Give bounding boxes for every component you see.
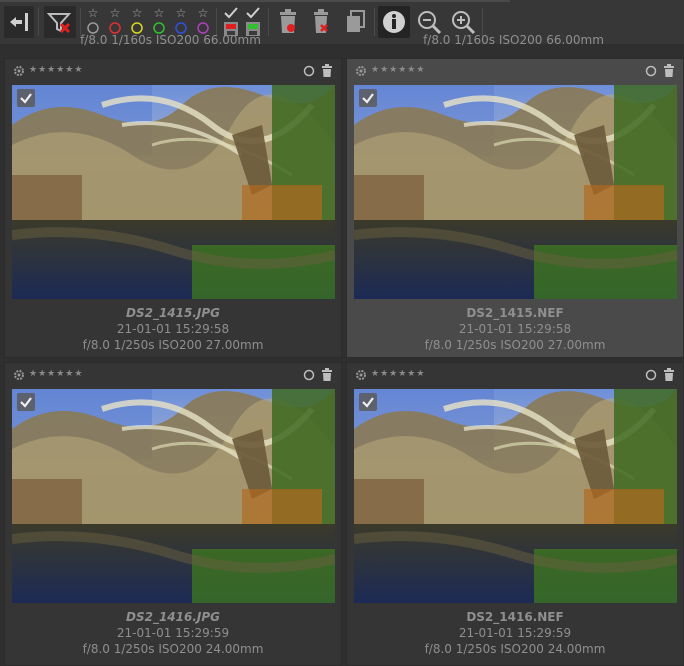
trash-icon[interactable] [663,368,675,381]
rating-stars[interactable]: ★★★★★★ [29,369,83,379]
thumbnail-grid: ★★★★★★ DS2_1415.JPG 21-01-01 15:29:58 f/… [0,44,684,666]
gear-icon[interactable] [13,65,25,77]
thumbnail-image[interactable] [12,389,335,603]
trash-icon[interactable] [321,64,333,77]
gear-icon[interactable] [13,369,25,381]
thumbnail-image[interactable] [354,389,677,603]
thumbnail-filename: DS2_1416.JPG [125,610,221,624]
toolbar-separator [482,8,483,36]
toolbar-separator [268,8,269,36]
color-label-icon[interactable] [303,65,315,77]
thumbnail-image[interactable] [12,85,335,299]
toolbar-top-border [0,0,510,2]
svg-text:☆: ☆ [198,6,209,20]
thumbnail-datetime: 21-01-01 15:29:59 [458,626,572,640]
thumbnail-exif: f/8.0 1/250s ISO200 24.00mm [82,642,264,656]
thumbnail-datetime: 21-01-01 15:29:58 [116,322,230,336]
thumbnail-cell[interactable]: ★★★★★★ [4,58,342,358]
select-checkbox[interactable] [359,393,377,411]
svg-text:☆: ☆ [176,6,187,20]
thumbnail-cell[interactable]: ★★★★★★ [346,362,684,666]
svg-text:☆: ☆ [132,6,143,20]
svg-text:☆: ☆ [154,6,165,20]
rating-stars[interactable]: ★★★★★★ [371,65,425,75]
thumbnail-toolbar: ★★★★★★ [347,59,683,81]
thumbnail-exif: f/8.0 1/250s ISO200 27.00mm [82,338,264,352]
svg-text:☆: ☆ [88,6,99,20]
toolbar-separator [38,8,39,36]
thumbnail-datetime: 21-01-01 15:29:59 [116,626,230,640]
trash-icon[interactable] [321,368,333,381]
thumbnail-toolbar: ★★★★★★ [5,59,341,81]
color-label-icon[interactable] [645,369,657,381]
thumbnail-toolbar: ★★★★★★ [5,363,341,385]
toolbar-separator [80,8,81,36]
check-icon [20,93,32,104]
check-icon [362,93,374,104]
select-checkbox[interactable] [17,393,35,411]
thumbnail-cell[interactable]: ★★★★★★ [4,362,342,666]
gear-icon[interactable] [355,65,367,77]
thumbnail-exif: f/8.0 1/250s ISO200 24.00mm [424,642,606,656]
trash-icon[interactable] [663,64,675,77]
check-icon [20,397,32,408]
color-label-icon[interactable] [303,369,315,381]
color-label-icon[interactable] [645,65,657,77]
thumbnail-filename: DS2_1416.NEF [466,610,564,624]
thumbnail-filename: DS2_1415.JPG [125,306,221,320]
select-checkbox[interactable] [359,89,377,107]
rating-stars[interactable]: ★★★★★★ [29,65,83,75]
select-checkbox[interactable] [17,89,35,107]
thumbnail-datetime: 21-01-01 15:29:58 [458,322,572,336]
svg-text:☆: ☆ [110,6,121,20]
gear-icon[interactable] [355,369,367,381]
thumbnail-toolbar: ★★★★★★ [347,363,683,385]
toolbar-separator [216,8,217,36]
thumbnail-exif: f/8.0 1/250s ISO200 27.00mm [424,338,606,352]
check-icon [362,397,374,408]
rating-stars[interactable]: ★★★★★★ [371,369,425,379]
thumbnail-image[interactable] [354,85,677,299]
thumbnail-filename: DS2_1415.NEF [466,306,564,320]
thumbnail-cell[interactable]: ★★★★★★ [346,58,684,358]
toolbar-separator [374,8,375,36]
